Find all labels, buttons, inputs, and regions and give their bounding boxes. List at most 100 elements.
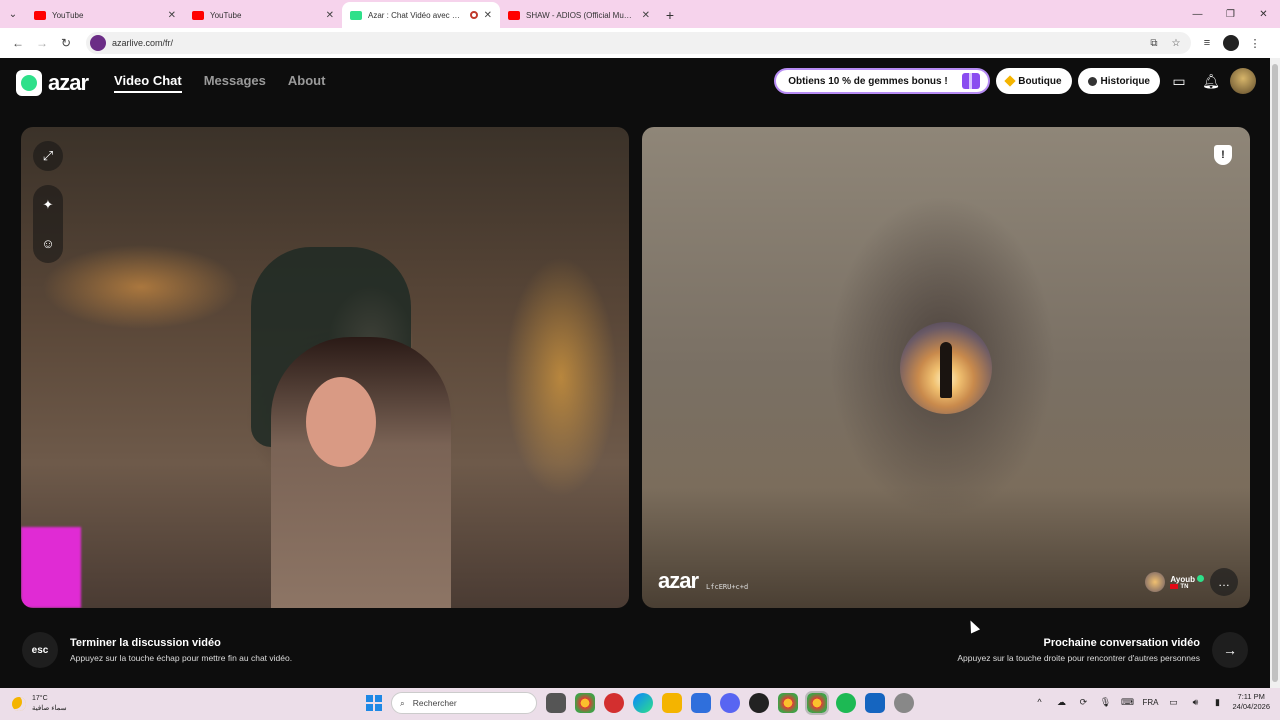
end-chat-hint: esc Terminer la discussion vidéo Appuyez…	[22, 632, 292, 668]
address-bar[interactable]: azarlive.com/fr/ ⧉ ☆	[86, 32, 1191, 54]
chrome-profile-icon[interactable]	[778, 693, 798, 713]
sticker-face-icon[interactable]: ☺	[41, 236, 54, 251]
app-blue-icon[interactable]	[865, 693, 885, 713]
video-pink-light	[21, 527, 81, 608]
restore-icon[interactable]: ❐	[1214, 0, 1247, 28]
expand-icon[interactable]: ⤢	[33, 141, 63, 171]
user-avatar[interactable]	[1230, 68, 1256, 94]
chrome-active-icon[interactable]	[805, 691, 829, 715]
chevron-up-icon[interactable]: ^	[1032, 697, 1046, 707]
nav-actions: Obtiens 10 % de gemmes bonus ! Boutique …	[774, 68, 1256, 94]
browser-tabstrip: ⌄ YouTube ✕ YouTube ✕ Azar : Chat Vidéo …	[0, 0, 1280, 28]
windows-taskbar: 17°C سماء صافية ⌕ Rechercher ^ ☁ ⟳ 🎙︎ ⌨ …	[0, 688, 1280, 720]
chat-bubble-icon[interactable]: …	[1210, 568, 1238, 596]
promo-text: Obtiens 10 % de gemmes bonus !	[788, 75, 948, 87]
media-controls-icon[interactable]: ≡	[1197, 37, 1217, 49]
youtube-icon	[508, 10, 520, 20]
nav-video-chat[interactable]: Video Chat	[114, 73, 182, 93]
taskbar-clock[interactable]: 7:11 PM 24/04/2026	[1232, 692, 1270, 712]
bookmark-star-icon[interactable]: ☆	[1165, 38, 1187, 49]
profile-avatar[interactable]	[1223, 35, 1239, 51]
tab-title: YouTube	[210, 10, 242, 20]
partner-video: ! azar LfcERU+c+d Ayoub TN …	[642, 127, 1250, 608]
nav-links: Video Chat Messages About	[114, 73, 325, 93]
tab-azar[interactable]: Azar : Chat Vidéo avec de n ✕	[342, 2, 500, 28]
spotify-icon[interactable]	[836, 693, 856, 713]
close-icon[interactable]: ✕	[642, 10, 650, 21]
store-icon[interactable]	[691, 693, 711, 713]
battery-icon[interactable]: ▮	[1210, 697, 1224, 708]
partner-info[interactable]: Ayoub TN	[1145, 572, 1204, 592]
install-app-icon[interactable]: ⧉	[1143, 38, 1165, 49]
recording-icon	[469, 11, 478, 19]
shop-button[interactable]: Boutique	[996, 68, 1072, 94]
close-icon[interactable]: ✕	[326, 10, 334, 21]
tab-search-icon[interactable]: ⌄	[0, 0, 26, 28]
onedrive-cloud-icon[interactable]: ☁	[1054, 697, 1068, 708]
watermark-logo: azar	[658, 568, 699, 593]
back-icon[interactable]: ←	[6, 31, 30, 55]
weather-widget[interactable]: 17°C سماء صافية	[12, 694, 67, 714]
reload-icon[interactable]: ↻	[54, 31, 78, 55]
top-nav: azar Video Chat Messages About	[16, 70, 325, 96]
tab-title: Azar : Chat Vidéo avec de n	[368, 10, 464, 20]
browser-toolbar: ← → ↻ azarlive.com/fr/ ⧉ ☆ ≡ ⋮	[0, 28, 1280, 58]
windows-start-icon[interactable]	[366, 695, 382, 711]
volume-icon[interactable]: 🔊︎	[1188, 697, 1202, 708]
task-view-icon[interactable]	[546, 693, 566, 713]
minimize-icon[interactable]: —	[1181, 0, 1214, 28]
capture-app-icon[interactable]	[749, 693, 769, 713]
gems-promo-button[interactable]: Obtiens 10 % de gemmes bonus !	[774, 68, 991, 94]
partner-profile-photo	[900, 322, 992, 414]
kebab-menu-icon[interactable]: ⋮	[1245, 37, 1265, 50]
file-explorer-icon[interactable]	[662, 693, 682, 713]
report-shield-icon[interactable]: !	[1214, 145, 1232, 165]
keyboard-icon[interactable]: ⌨	[1120, 697, 1134, 708]
next-arrow-button[interactable]: →	[1212, 632, 1248, 668]
azar-logo[interactable]: azar	[16, 70, 89, 96]
tab-youtube-1[interactable]: YouTube ✕	[26, 2, 184, 28]
close-icon[interactable]: ✕	[168, 10, 176, 21]
site-info-icon[interactable]	[90, 35, 106, 51]
microphone-icon[interactable]: 🎙︎	[1098, 697, 1112, 708]
nav-about[interactable]: About	[288, 73, 326, 93]
youtube-icon	[34, 10, 46, 20]
taskbar-search[interactable]: ⌕ Rechercher	[391, 692, 537, 714]
new-tab-button[interactable]: +	[658, 2, 682, 28]
nav-messages[interactable]: Messages	[204, 73, 266, 93]
app-gray-icon[interactable]	[894, 693, 914, 713]
tab-shaw-adios[interactable]: SHAW - ADIOS (Official Music V ✕	[500, 2, 658, 28]
discord-icon[interactable]	[720, 693, 740, 713]
history-button[interactable]: Historique	[1077, 68, 1160, 94]
store-box-icon[interactable]: ▭	[1166, 68, 1192, 94]
tunisia-flag-icon	[1170, 584, 1179, 589]
session-id: LfcERU+c+d	[706, 583, 749, 591]
video-person	[271, 337, 451, 608]
url-text: azarlive.com/fr/	[112, 38, 174, 48]
bell-icon[interactable]: 🔔︎	[1198, 68, 1224, 94]
magic-wand-icon[interactable]: ✦	[43, 197, 54, 213]
window-controls: — ❐ ✕	[1181, 0, 1280, 28]
chrome-icon[interactable]	[575, 693, 595, 713]
tab-title: SHAW - ADIOS (Official Music V	[526, 10, 636, 20]
opera-icon[interactable]	[604, 693, 624, 713]
system-tray: ^ ☁ ⟳ 🎙︎ ⌨ FRA ▭ 🔊︎ ▮ 7:11 PM 24/04/2026	[1032, 692, 1270, 712]
close-icon[interactable]: ✕	[484, 10, 492, 21]
tab-youtube-2[interactable]: YouTube ✕	[184, 2, 342, 28]
language-indicator[interactable]: FRA	[1142, 698, 1158, 707]
search-icon: ⌕	[400, 697, 405, 708]
azar-app: azar Video Chat Messages About Obtiens 1…	[0, 58, 1270, 688]
history-label: Historique	[1100, 75, 1150, 87]
clock-date: 24/04/2026	[1232, 702, 1270, 711]
forward-icon[interactable]: →	[30, 31, 54, 55]
close-window-icon[interactable]: ✕	[1247, 0, 1280, 28]
network-icon[interactable]: ▭	[1166, 697, 1180, 708]
page-scrollbar[interactable]	[1270, 58, 1280, 688]
gift-icon	[962, 73, 981, 89]
weather-condition: سماء صافية	[32, 705, 67, 712]
sync-icon[interactable]: ⟳	[1076, 697, 1090, 708]
end-chat-title: Terminer la discussion vidéo	[70, 637, 221, 649]
video-tools: ✦ ☺	[33, 185, 63, 263]
esc-button[interactable]: esc	[22, 632, 58, 668]
edge-icon[interactable]	[633, 693, 653, 713]
